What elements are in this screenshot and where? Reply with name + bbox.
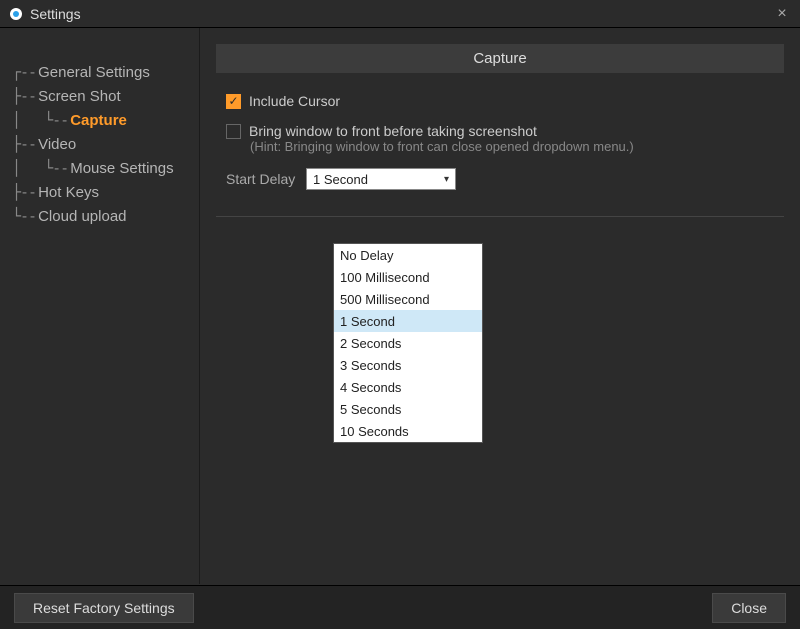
tree-branch: ├-- (12, 135, 36, 153)
sidebar-item-hotkeys[interactable]: ├-- Hot Keys (12, 180, 195, 204)
tree-branch: │ └-- (12, 111, 68, 129)
tree-branch: └-- (12, 207, 36, 225)
chevron-down-icon: ▾ (444, 174, 449, 185)
include-cursor-checkbox[interactable]: ✓ (226, 94, 241, 109)
close-icon[interactable]: × (772, 5, 792, 23)
sidebar-item-label: Mouse Settings (70, 160, 173, 177)
start-delay-dropdown[interactable]: No Delay 100 Millisecond 500 Millisecond… (333, 243, 483, 443)
sidebar-item-screenshot[interactable]: ├-- Screen Shot (12, 84, 195, 108)
sidebar-item-mouse-settings[interactable]: │ └-- Mouse Settings (12, 156, 195, 180)
sidebar-item-label: Cloud upload (38, 208, 126, 225)
content-panel: Capture ✓ Include Cursor Bring window to… (200, 28, 800, 584)
reset-factory-button[interactable]: Reset Factory Settings (14, 593, 194, 623)
app-icon (8, 6, 24, 22)
tree-branch: ┌-- (12, 63, 36, 81)
start-delay-label: Start Delay (226, 171, 306, 187)
close-button[interactable]: Close (712, 593, 786, 623)
start-delay-select[interactable]: 1 Second ▾ (306, 168, 456, 190)
dropdown-option[interactable]: 5 Seconds (334, 398, 482, 420)
bring-front-row[interactable]: Bring window to front before taking scre… (226, 123, 774, 139)
bring-front-checkbox[interactable] (226, 124, 241, 139)
sidebar-item-label: Hot Keys (38, 184, 99, 201)
sidebar-item-cloud-upload[interactable]: └-- Cloud upload (12, 204, 195, 228)
dropdown-option[interactable]: 100 Millisecond (334, 266, 482, 288)
sidebar-item-label: Video (38, 136, 76, 153)
footer: Reset Factory Settings Close (0, 585, 800, 629)
tree-branch: ├-- (12, 87, 36, 105)
sidebar-item-label: General Settings (38, 64, 150, 81)
dropdown-option[interactable]: 10 Seconds (334, 420, 482, 442)
sidebar-item-general[interactable]: ┌-- General Settings (12, 60, 195, 84)
dropdown-option[interactable]: 2 Seconds (334, 332, 482, 354)
sidebar-item-label: Screen Shot (38, 88, 121, 105)
dropdown-option[interactable]: No Delay (334, 244, 482, 266)
panel-title: Capture (216, 44, 784, 73)
window-title: Settings (30, 6, 772, 22)
bring-front-label: Bring window to front before taking scre… (249, 123, 537, 139)
include-cursor-row[interactable]: ✓ Include Cursor (226, 93, 774, 109)
dropdown-option[interactable]: 4 Seconds (334, 376, 482, 398)
include-cursor-label: Include Cursor (249, 93, 340, 109)
dropdown-option[interactable]: 3 Seconds (334, 354, 482, 376)
tree-branch: ├-- (12, 183, 36, 201)
start-delay-row: Start Delay 1 Second ▾ (226, 168, 774, 190)
dropdown-option[interactable]: 500 Millisecond (334, 288, 482, 310)
sidebar-item-capture[interactable]: │ └-- Capture (12, 108, 195, 132)
tree-branch: │ └-- (12, 159, 68, 177)
sidebar-item-video[interactable]: ├-- Video (12, 132, 195, 156)
dropdown-option-selected[interactable]: 1 Second (334, 310, 482, 332)
start-delay-value: 1 Second (313, 172, 444, 187)
panel-body: ✓ Include Cursor Bring window to front b… (216, 73, 784, 217)
bring-front-hint: (Hint: Bringing window to front can clos… (250, 139, 774, 154)
titlebar: Settings × (0, 0, 800, 28)
sidebar: ┌-- General Settings ├-- Screen Shot │ └… (0, 28, 200, 584)
sidebar-item-label: Capture (70, 112, 127, 129)
